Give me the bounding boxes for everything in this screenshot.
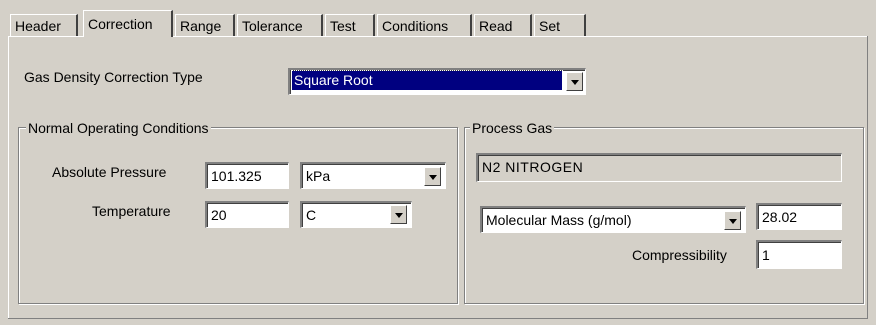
tab-read[interactable]: Read bbox=[474, 14, 532, 36]
compressibility-input[interactable]: 1 bbox=[756, 240, 842, 269]
molecular-mass-input[interactable]: 28.02 bbox=[756, 203, 842, 230]
panel-left-edge bbox=[8, 36, 9, 318]
compressibility-label: Compressibility bbox=[632, 247, 727, 263]
gas-density-select[interactable]: Square Root bbox=[288, 68, 586, 95]
tab-tolerance[interactable]: Tolerance bbox=[237, 14, 323, 36]
pressure-unit-dropdown-button[interactable] bbox=[424, 167, 441, 186]
gas-density-dropdown-button[interactable] bbox=[566, 72, 583, 91]
process-gas-name-field: N2 NITROGEN bbox=[476, 153, 842, 182]
absolute-pressure-input[interactable]: 101.325 bbox=[205, 162, 289, 189]
tab-correction[interactable]: Correction bbox=[83, 10, 173, 37]
tab-conditions[interactable]: Conditions bbox=[377, 14, 472, 36]
panel-bottom-edge bbox=[8, 318, 868, 319]
normal-conditions-title: Normal Operating Conditions bbox=[26, 120, 211, 136]
gas-density-value: Square Root bbox=[291, 70, 563, 91]
tab-set[interactable]: Set bbox=[534, 14, 586, 36]
tab-test[interactable]: Test bbox=[325, 14, 375, 36]
temperature-unit-dropdown-button[interactable] bbox=[390, 205, 407, 224]
panel-right-edge bbox=[867, 36, 868, 318]
temperature-input[interactable]: 20 bbox=[205, 201, 289, 228]
gas-density-label: Gas Density Correction Type bbox=[24, 69, 203, 85]
temperature-label: Temperature bbox=[92, 203, 171, 219]
process-gas-title: Process Gas bbox=[470, 120, 555, 136]
absolute-pressure-label: Absolute Pressure bbox=[52, 164, 167, 180]
gas-property-select[interactable]: Molecular Mass (g/mol) bbox=[480, 206, 746, 233]
gas-property-dropdown-button[interactable] bbox=[724, 211, 741, 230]
tab-range[interactable]: Range bbox=[175, 14, 235, 36]
tab-header[interactable]: Header bbox=[10, 14, 78, 36]
